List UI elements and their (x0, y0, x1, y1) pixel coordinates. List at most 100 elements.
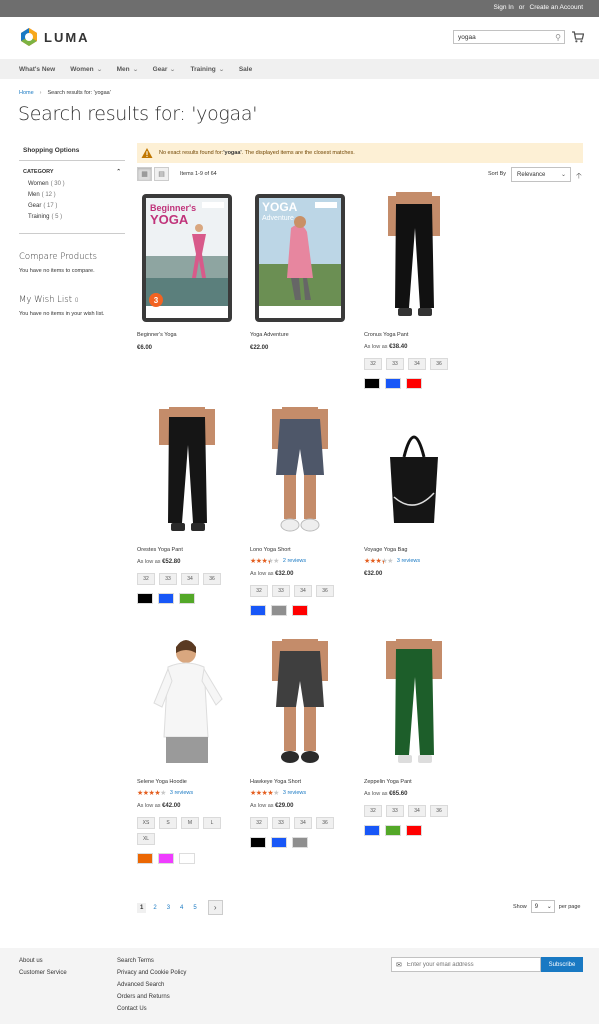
reviews-link[interactable]: 3 reviews (170, 790, 193, 796)
nav-men[interactable]: Men ⌄ (117, 66, 139, 73)
sign-in-link[interactable]: Sign In (493, 4, 513, 11)
color-swatch-red[interactable] (406, 378, 422, 389)
category-item-training[interactable]: Training( 5 ) (28, 214, 125, 220)
size-option[interactable]: 32 (137, 573, 155, 585)
size-option[interactable]: 36 (316, 585, 334, 597)
size-option[interactable]: 33 (386, 358, 404, 370)
search-icon[interactable]: ⚲ (555, 33, 561, 42)
size-option[interactable]: 32 (364, 805, 382, 817)
page-link[interactable]: 4 (177, 903, 186, 913)
color-swatch-green[interactable] (179, 593, 195, 604)
sort-by-select[interactable]: Relevance ⌄ (511, 167, 571, 182)
size-option[interactable]: 36 (316, 817, 334, 829)
size-option[interactable]: XL (137, 833, 155, 845)
color-swatch-white[interactable] (179, 853, 195, 864)
color-swatch-blue[interactable] (385, 378, 401, 389)
product-image[interactable] (137, 639, 237, 771)
product-name[interactable]: Hawkeye Yoga Short (250, 779, 360, 785)
list-view-icon[interactable]: ▤ (154, 167, 169, 181)
product-image[interactable] (250, 407, 350, 539)
subscribe-button[interactable]: Subscribe (541, 957, 583, 972)
footer-link[interactable]: Privacy and Cookie Policy (117, 970, 186, 976)
sort-direction-icon[interactable]: 🡡 (576, 170, 582, 184)
nav-training[interactable]: Training ⌄ (191, 66, 225, 73)
luma-logo-icon[interactable] (19, 27, 39, 47)
product-name[interactable]: Selene Yoga Hoodie (137, 779, 247, 785)
color-swatch-red[interactable] (406, 825, 422, 836)
brand-name[interactable]: LUMA (44, 30, 90, 45)
size-option[interactable]: 34 (294, 817, 312, 829)
reviews-link[interactable]: 3 reviews (397, 558, 420, 564)
color-swatch-red[interactable] (292, 605, 308, 616)
footer-link[interactable]: Advanced Search (117, 982, 186, 988)
size-option[interactable]: 33 (386, 805, 404, 817)
footer-link[interactable]: About us (19, 958, 67, 964)
footer-link[interactable]: Contact Us (117, 1006, 186, 1012)
size-option[interactable]: 36 (430, 358, 448, 370)
search-input[interactable] (454, 31, 544, 43)
category-item-gear[interactable]: Gear( 17 ) (28, 203, 125, 209)
size-option[interactable]: L (203, 817, 221, 829)
size-option[interactable]: 34 (294, 585, 312, 597)
page-link[interactable]: 5 (190, 903, 199, 913)
product-name[interactable]: Yoga Adventure (250, 332, 360, 338)
color-swatch-orange[interactable] (137, 853, 153, 864)
category-item-women[interactable]: Women( 30 ) (28, 181, 125, 187)
color-swatch-gray[interactable] (271, 605, 287, 616)
category-item-men[interactable]: Men( 12 ) (28, 192, 125, 198)
nav-whats-new[interactable]: What's New (19, 66, 55, 73)
nav-sale[interactable]: Sale (239, 66, 252, 73)
product-name[interactable]: Orestes Yoga Pant (137, 547, 247, 553)
size-option[interactable]: 34 (408, 358, 426, 370)
size-option[interactable]: 36 (203, 573, 221, 585)
product-image[interactable] (250, 639, 350, 771)
product-image[interactable] (364, 639, 464, 771)
breadcrumb-home[interactable]: Home (19, 90, 34, 96)
size-option[interactable]: S (159, 817, 177, 829)
product-image[interactable] (364, 407, 464, 539)
product-name[interactable]: Lono Yoga Short (250, 547, 360, 553)
color-swatch-black[interactable] (364, 378, 380, 389)
size-option[interactable]: M (181, 817, 199, 829)
size-option[interactable]: 36 (430, 805, 448, 817)
size-option[interactable]: 33 (272, 817, 290, 829)
size-option[interactable]: 34 (181, 573, 199, 585)
grid-view-icon[interactable]: ▦ (137, 167, 152, 181)
color-swatch-blue[interactable] (364, 825, 380, 836)
color-swatch-blue[interactable] (158, 593, 174, 604)
color-swatch-black[interactable] (137, 593, 153, 604)
product-name[interactable]: Cronus Yoga Pant (364, 332, 474, 338)
reviews-link[interactable]: 3 reviews (283, 790, 306, 796)
color-swatch-green[interactable] (385, 825, 401, 836)
nav-women[interactable]: Women ⌄ (70, 66, 102, 73)
product-name[interactable]: Zeppelin Yoga Pant (364, 779, 474, 785)
size-option[interactable]: 32 (364, 358, 382, 370)
size-option[interactable]: 33 (159, 573, 177, 585)
next-page-icon[interactable]: › (207, 900, 223, 915)
color-swatch-blue[interactable] (250, 605, 266, 616)
size-option[interactable]: 34 (408, 805, 426, 817)
product-name[interactable]: Beginner's Yoga (137, 332, 247, 338)
footer-link[interactable]: Customer Service (19, 970, 67, 976)
size-option[interactable]: 33 (272, 585, 290, 597)
size-option[interactable]: XS (137, 817, 155, 829)
product-image[interactable] (137, 407, 237, 539)
nav-gear[interactable]: Gear ⌄ (153, 66, 177, 73)
reviews-link[interactable]: 2 reviews (283, 558, 306, 564)
product-image[interactable]: YOGA Adventure (250, 192, 350, 324)
newsletter-email-input[interactable] (406, 961, 527, 968)
product-image[interactable]: 3 Beginner's YOGA (137, 192, 237, 324)
color-swatch-gray[interactable] (292, 837, 308, 848)
size-option[interactable]: 32 (250, 585, 268, 597)
limiter-select[interactable]: 9 ⌄ (530, 900, 555, 913)
size-option[interactable]: 32 (250, 817, 268, 829)
product-image[interactable] (364, 192, 464, 324)
color-swatch-blue[interactable] (271, 837, 287, 848)
color-swatch-purple[interactable] (158, 853, 174, 864)
color-swatch-black[interactable] (250, 837, 266, 848)
footer-link[interactable]: Search Terms (117, 958, 186, 964)
cart-icon[interactable] (572, 31, 584, 43)
page-link[interactable]: 3 (164, 903, 173, 913)
footer-link[interactable]: Orders and Returns (117, 994, 186, 1000)
product-name[interactable]: Voyage Yoga Bag (364, 547, 474, 553)
